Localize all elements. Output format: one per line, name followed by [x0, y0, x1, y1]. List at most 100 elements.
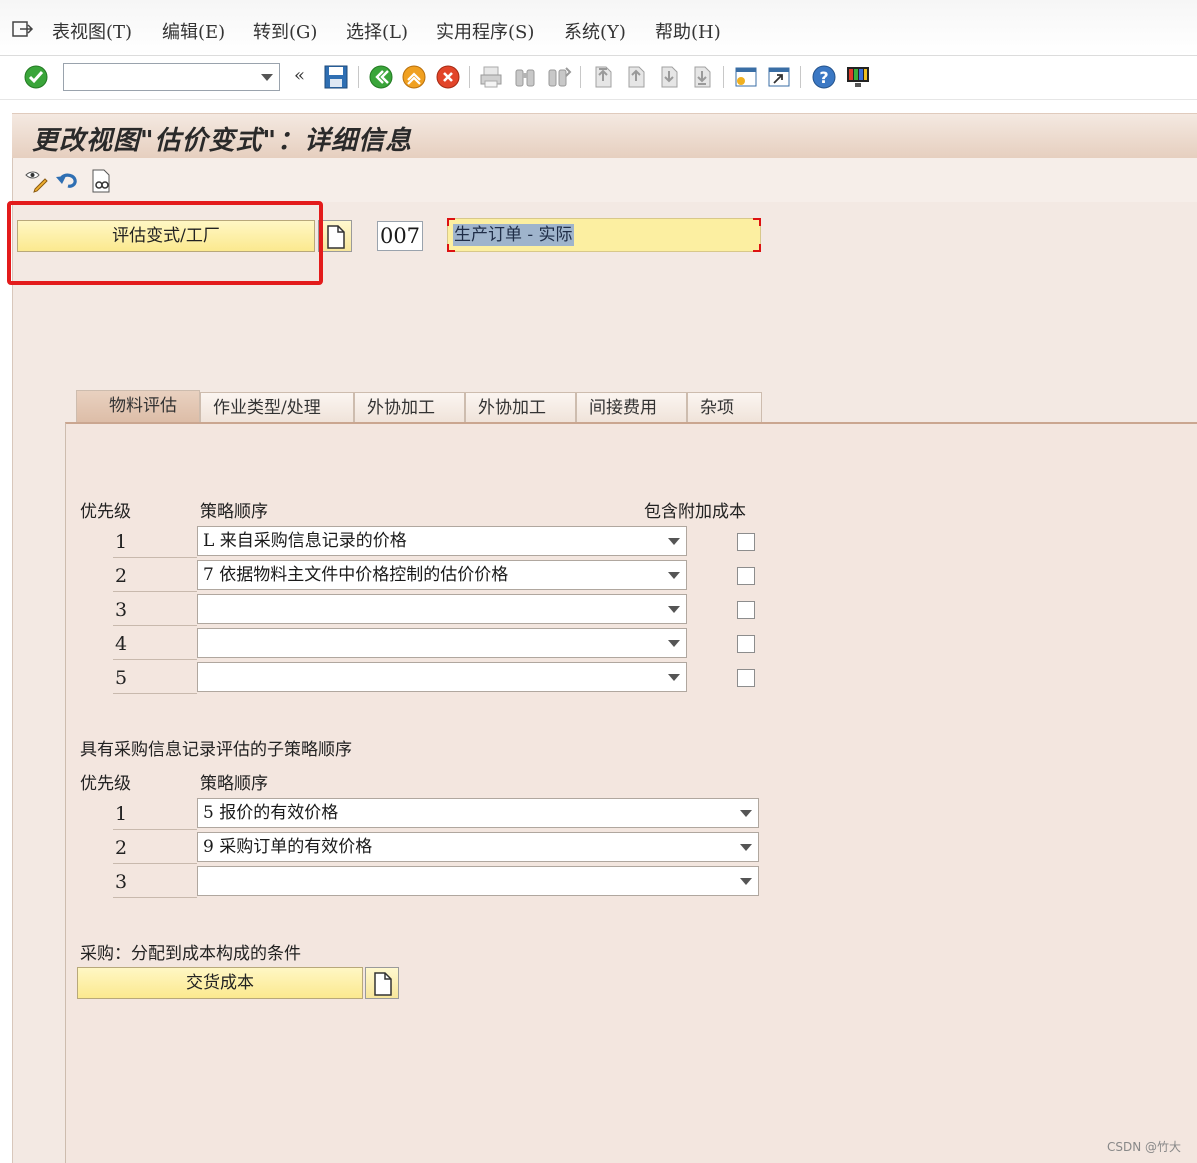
sub-strategy-dropdown[interactable] [197, 866, 759, 896]
strategy-value: L 来自采购信息记录的价格 [203, 531, 407, 551]
menu-help[interactable]: 帮助(H) [655, 18, 721, 44]
command-field[interactable] [63, 63, 280, 91]
focus-corner [753, 244, 761, 252]
additive-cost-checkbox[interactable] [737, 533, 755, 551]
find-icon[interactable] [512, 64, 538, 90]
chevron-down-icon[interactable] [740, 810, 752, 817]
document-icon [327, 225, 345, 249]
strategy-value: 7 依据物料主文件中价格控制的估价价格 [203, 565, 509, 585]
sub-strategy-value: 5 报价的有效价格 [203, 803, 339, 823]
tab-miscellaneous[interactable]: 杂项 [687, 392, 762, 424]
page-title: 更改视图"估价变式"：详细信息 [32, 126, 413, 156]
menu-edit[interactable]: 编辑(E) [162, 18, 225, 44]
enter-icon[interactable] [23, 64, 49, 90]
sub-strategy-heading: 具有采购信息记录评估的子策略顺序 [80, 740, 352, 760]
next-page-icon[interactable] [656, 64, 682, 90]
exit-icon[interactable] [401, 64, 427, 90]
priority-column-header: 优先级 [80, 502, 131, 522]
menu-select[interactable]: 选择(L) [346, 18, 408, 44]
sub-strategy-value: 9 采购订单的有效价格 [203, 837, 373, 857]
row-divider [113, 659, 197, 660]
delivery-costs-details-button[interactable] [365, 967, 399, 999]
priority-number: 3 [115, 599, 128, 621]
menu-table-view[interactable]: 表视图(T) [52, 18, 132, 44]
chevron-down-icon[interactable] [668, 606, 680, 613]
tab-activity-type-process[interactable]: 作业类型/处理 [200, 392, 354, 424]
additive-cost-checkbox[interactable] [737, 635, 755, 653]
delivery-costs-button[interactable]: 交货成本 [77, 967, 363, 999]
previous-page-icon[interactable] [623, 64, 649, 90]
menu-goto[interactable]: 转到(G) [253, 18, 317, 44]
back-icon[interactable] [368, 64, 394, 90]
additive-cost-checkbox[interactable] [737, 601, 755, 619]
tab-subcontracting-2[interactable]: 外协加工 [465, 392, 576, 424]
priority-number: 5 [115, 667, 128, 689]
other-entry-icon[interactable] [90, 168, 114, 194]
priority-number: 3 [115, 871, 128, 893]
cancel-icon[interactable] [435, 64, 461, 90]
strategy-dropdown[interactable] [197, 594, 687, 624]
menu-exit-icon[interactable] [12, 20, 34, 38]
sub-strategy-dropdown[interactable]: 9 采购订单的有效价格 [197, 832, 759, 862]
chevron-down-icon[interactable] [740, 878, 752, 885]
tab-material-valuation[interactable]: 物料评估 [76, 390, 200, 424]
sub-strategy-sequence-column-header: 策略顺序 [200, 774, 268, 794]
customize-layout-icon[interactable] [845, 64, 871, 90]
last-page-icon[interactable] [689, 64, 715, 90]
purchasing-conditions-heading: 采购：分配到成本构成的条件 [80, 944, 301, 964]
help-icon[interactable]: ? [811, 64, 837, 90]
valuation-variant-description-field[interactable]: 生产订单 - 实际 [447, 218, 761, 252]
chevron-down-icon[interactable] [740, 844, 752, 851]
find-next-icon[interactable] [546, 64, 572, 90]
shortcut-icon[interactable] [766, 64, 792, 90]
description-text: 生产订单 - 实际 [453, 224, 574, 246]
tab-overhead[interactable]: 间接费用 [576, 392, 687, 424]
additive-cost-checkbox[interactable] [737, 567, 755, 585]
row-divider [113, 557, 197, 558]
tab-strip: 物料评估 作业类型/处理 外协加工 外协加工 间接费用 杂项 [65, 390, 1197, 424]
display-change-icon[interactable] [23, 169, 49, 193]
variant-details-button[interactable] [318, 220, 352, 252]
toolbar-separator [800, 66, 801, 88]
row-divider [113, 693, 197, 694]
application-toolbar [13, 158, 1197, 202]
menu-utilities[interactable]: 实用程序(S) [436, 18, 534, 44]
menu-system[interactable]: 系统(Y) [564, 18, 626, 44]
priority-number: 2 [115, 565, 128, 587]
additive-cost-checkbox[interactable] [737, 669, 755, 687]
toolbar-separator [580, 66, 581, 88]
sub-strategy-dropdown[interactable]: 5 报价的有效价格 [197, 798, 759, 828]
priority-number: 1 [115, 803, 128, 825]
priority-number: 2 [115, 837, 128, 859]
toolbar-separator [723, 66, 724, 88]
undo-icon[interactable] [55, 168, 81, 192]
chevron-down-icon[interactable] [668, 538, 680, 545]
chevron-down-icon[interactable] [668, 674, 680, 681]
chevron-down-icon[interactable] [668, 640, 680, 647]
row-divider [113, 591, 197, 592]
create-session-icon[interactable] [733, 64, 759, 90]
strategy-sequence-column-header: 策略顺序 [200, 502, 268, 522]
first-page-icon[interactable] [590, 64, 616, 90]
focus-corner [447, 218, 455, 226]
highlight-annotation-box [7, 201, 323, 285]
focus-corner [447, 244, 455, 252]
print-icon[interactable] [478, 64, 504, 90]
strategy-dropdown[interactable] [197, 628, 687, 658]
valuation-variant-code-field[interactable]: 007 [377, 221, 423, 251]
toolbar-separator [358, 66, 359, 88]
chevron-down-icon[interactable] [261, 74, 273, 81]
strategy-dropdown[interactable] [197, 662, 687, 692]
save-icon[interactable] [323, 64, 349, 90]
double-chevron-left-icon[interactable]: « [294, 65, 305, 86]
toolbar-separator [469, 66, 470, 88]
strategy-dropdown[interactable]: L 来自采购信息记录的价格 [197, 526, 687, 556]
row-divider [113, 897, 197, 898]
title-bar: 更改视图"估价变式"：详细信息 [12, 113, 1197, 158]
row-divider [113, 625, 197, 626]
tab-subcontracting-1[interactable]: 外协加工 [354, 392, 465, 424]
sub-priority-column-header: 优先级 [80, 774, 131, 794]
row-divider [113, 863, 197, 864]
strategy-dropdown[interactable]: 7 依据物料主文件中价格控制的估价价格 [197, 560, 687, 590]
chevron-down-icon[interactable] [668, 572, 680, 579]
